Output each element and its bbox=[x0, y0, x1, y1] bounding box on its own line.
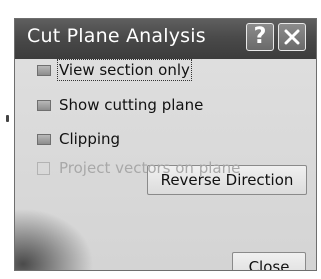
cut-plane-analysis-dialog: Cut Plane Analysis ? View section only S… bbox=[14, 18, 317, 271]
help-icon: ? bbox=[253, 24, 267, 49]
dialog-title: Cut Plane Analysis bbox=[27, 25, 206, 47]
edge-artifact bbox=[6, 115, 9, 122]
checkbox-icon bbox=[37, 162, 50, 175]
option-label: Project vectors on plane bbox=[59, 159, 241, 177]
option-label: Show cutting plane bbox=[59, 96, 204, 114]
dialog-body: View section only Show cutting plane Cli… bbox=[15, 59, 316, 270]
led-indicator-icon bbox=[37, 65, 51, 76]
close-x-icon bbox=[284, 29, 300, 45]
led-indicator-icon bbox=[37, 100, 51, 111]
help-button[interactable]: ? bbox=[246, 23, 274, 51]
led-indicator-icon bbox=[37, 134, 51, 145]
option-label: Clipping bbox=[59, 130, 121, 148]
option-label: View section only bbox=[57, 59, 192, 81]
close-window-button[interactable] bbox=[278, 23, 306, 51]
close-button[interactable]: Close bbox=[232, 252, 306, 270]
title-bar[interactable]: Cut Plane Analysis ? bbox=[15, 19, 316, 59]
